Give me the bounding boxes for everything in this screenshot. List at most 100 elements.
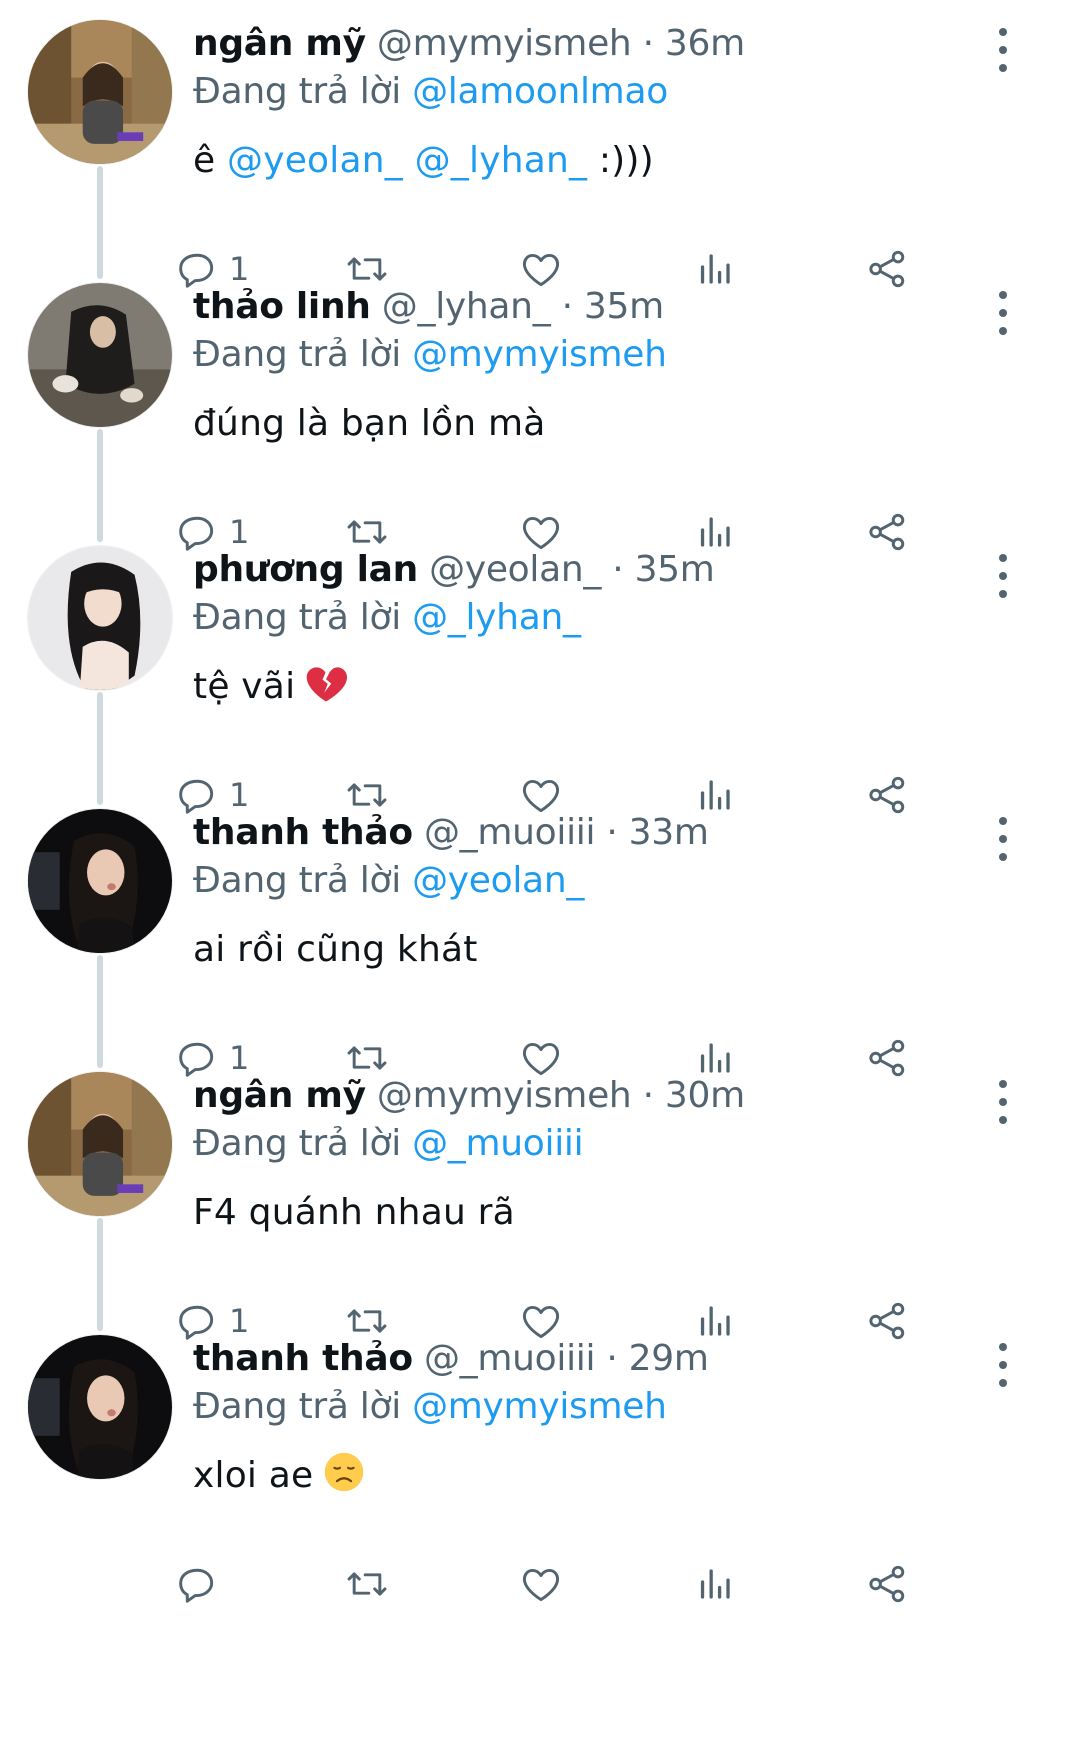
tweet-text: xloi ae <box>193 1451 1020 1507</box>
tweet-text: đúng là bạn lồn mà <box>193 399 1020 449</box>
separator: · <box>606 812 618 853</box>
avatar-mymyismeh[interactable] <box>28 1072 172 1216</box>
tweet-header: phương lan @yeolan_ · 35m <box>193 546 1020 594</box>
timestamp[interactable]: 33m <box>629 812 709 853</box>
tweet-body: phương lan @yeolan_ · 35m Đang trả lời @… <box>193 546 1020 718</box>
display-name[interactable]: thảo linh <box>193 286 371 327</box>
replying-to-mention[interactable]: @_muoiiii <box>412 1123 584 1164</box>
avatar-mymyismeh[interactable] <box>28 20 172 164</box>
tweet-text-start: xloi ae <box>193 1455 314 1496</box>
replying-to: Đang trả lời @mymyismeh <box>193 1383 1020 1431</box>
tweet-body: ngân mỹ @mymyismeh · 30m Đang trả lời @_… <box>193 1072 1020 1238</box>
tweet-3[interactable]: phương lan @yeolan_ · 35m Đang trả lời @… <box>0 546 1080 841</box>
replying-to-mention[interactable]: @lamoonlmao <box>412 71 668 112</box>
display-name[interactable]: phương lan <box>193 549 418 590</box>
handle[interactable]: @_lyhan_ <box>382 286 551 327</box>
more-options-icon[interactable] <box>988 817 1018 861</box>
separator: · <box>606 1338 618 1379</box>
tweet-text-start: F4 quánh nhau rã <box>193 1192 515 1233</box>
replying-to-label: Đang trả lời <box>193 1386 401 1427</box>
more-options-icon[interactable] <box>988 291 1018 335</box>
replying-to: Đang trả lời @_lyhan_ <box>193 594 1020 642</box>
views-button[interactable] <box>693 1557 737 1611</box>
replying-to: Đang trả lời @lamoonlmao <box>193 68 1020 116</box>
avatar-yeolan[interactable] <box>28 546 172 690</box>
tweet-text-start: đúng là bạn lồn mà <box>193 403 546 444</box>
replying-to-label: Đang trả lời <box>193 597 401 638</box>
tweet-header: ngân mỹ @mymyismeh · 30m <box>193 1072 1020 1120</box>
display-name[interactable]: thanh thảo <box>193 812 413 853</box>
tweet-1[interactable]: ngân mỹ @mymyismeh · 36m Đang trả lời @l… <box>0 20 1080 315</box>
tweet-body: thanh thảo @_muoiiii · 33m Đang trả lời … <box>193 809 1020 975</box>
replying-to-label: Đang trả lời <box>193 860 401 901</box>
replying-to-label: Đang trả lời <box>193 1123 401 1164</box>
disappointed-face-emoji <box>323 1451 365 1507</box>
tweet-actions <box>179 1557 1033 1611</box>
replying-to: Đang trả lời @yeolan_ <box>193 857 1020 905</box>
tweet-text-end: :))) <box>587 140 654 181</box>
timestamp[interactable]: 30m <box>665 1075 745 1116</box>
more-options-icon[interactable] <box>988 1080 1018 1124</box>
display-name[interactable]: thanh thảo <box>193 1338 413 1379</box>
tweet-text: ê @yeolan_ @_lyhan_ :))) <box>193 136 1020 186</box>
tweet-body: ngân mỹ @mymyismeh · 36m Đang trả lời @l… <box>193 20 1020 186</box>
share-button[interactable] <box>865 1557 909 1611</box>
replying-to: Đang trả lời @mymyismeh <box>193 331 1020 379</box>
tweet-5[interactable]: ngân mỹ @mymyismeh · 30m Đang trả lời @_… <box>0 1072 1080 1367</box>
tweet-header: thảo linh @_lyhan_ · 35m <box>193 283 1020 331</box>
tweet-header: ngân mỹ @mymyismeh · 36m <box>193 20 1020 68</box>
avatar-lyhan[interactable] <box>28 283 172 427</box>
handle[interactable]: @_muoiiii <box>424 812 596 853</box>
more-options-icon[interactable] <box>988 1343 1018 1387</box>
handle[interactable]: @mymyismeh <box>377 1075 632 1116</box>
tweet-4[interactable]: thanh thảo @_muoiiii · 33m Đang trả lời … <box>0 809 1080 1104</box>
more-options-icon[interactable] <box>988 554 1018 598</box>
tweet-text-start: ê <box>193 140 227 181</box>
separator: · <box>642 1075 654 1116</box>
tweet-text: F4 quánh nhau rã <box>193 1188 1020 1238</box>
replying-to-label: Đang trả lời <box>193 71 401 112</box>
tweet-body: thanh thảo @_muoiiii · 29m Đang trả lời … <box>193 1335 1020 1507</box>
reply-thread: ngân mỹ @mymyismeh · 36m Đang trả lời @l… <box>0 0 1080 1755</box>
more-options-icon[interactable] <box>988 28 1018 72</box>
avatar-muoiiii[interactable] <box>28 809 172 953</box>
replying-to-mention[interactable]: @mymyismeh <box>412 1386 667 1427</box>
separator: · <box>561 286 573 327</box>
reply-icon <box>179 1568 214 1603</box>
share-icon <box>869 1565 905 1603</box>
like-button[interactable] <box>519 1557 563 1611</box>
replying-to-mention[interactable]: @mymyismeh <box>412 334 667 375</box>
replying-to-label: Đang trả lời <box>193 334 401 375</box>
tweet-text: tệ vãi <box>193 662 1020 718</box>
tweet-body: thảo linh @_lyhan_ · 35m Đang trả lời @m… <box>193 283 1020 449</box>
tweet-2[interactable]: thảo linh @_lyhan_ · 35m Đang trả lời @m… <box>0 283 1080 578</box>
tweet-text-start: tệ vãi <box>193 666 296 707</box>
timestamp[interactable]: 35m <box>635 549 715 590</box>
tweet-text-mentions[interactable]: @yeolan_ @_lyhan_ <box>227 140 587 181</box>
replying-to-mention[interactable]: @yeolan_ <box>412 860 584 901</box>
display-name[interactable]: ngân mỹ <box>193 23 366 64</box>
handle[interactable]: @_muoiiii <box>424 1338 596 1379</box>
timestamp[interactable]: 36m <box>665 23 745 64</box>
timestamp[interactable]: 35m <box>584 286 664 327</box>
retweet-icon <box>347 1572 387 1596</box>
timestamp[interactable]: 29m <box>629 1338 709 1379</box>
reply-button[interactable] <box>175 1557 229 1611</box>
avatar-muoiiii[interactable] <box>28 1335 172 1479</box>
separator: · <box>642 23 654 64</box>
retweet-button[interactable] <box>345 1557 389 1611</box>
broken-heart-emoji <box>305 664 348 718</box>
tweet-text-start: ai rồi cũng khát <box>193 929 478 970</box>
handle[interactable]: @yeolan_ <box>429 549 601 590</box>
tweet-text: ai rồi cũng khát <box>193 925 1020 975</box>
tweet-header: thanh thảo @_muoiiii · 33m <box>193 809 1020 857</box>
analytics-icon <box>700 1569 730 1599</box>
handle[interactable]: @mymyismeh <box>377 23 632 64</box>
heart-icon <box>522 1568 560 1602</box>
tweet-header: thanh thảo @_muoiiii · 29m <box>193 1335 1020 1383</box>
replying-to-mention[interactable]: @_lyhan_ <box>412 597 581 638</box>
display-name[interactable]: ngân mỹ <box>193 1075 366 1116</box>
replying-to: Đang trả lời @_muoiiii <box>193 1120 1020 1168</box>
separator: · <box>612 549 624 590</box>
tweet-6[interactable]: thanh thảo @_muoiiii · 29m Đang trả lời … <box>0 1335 1080 1630</box>
